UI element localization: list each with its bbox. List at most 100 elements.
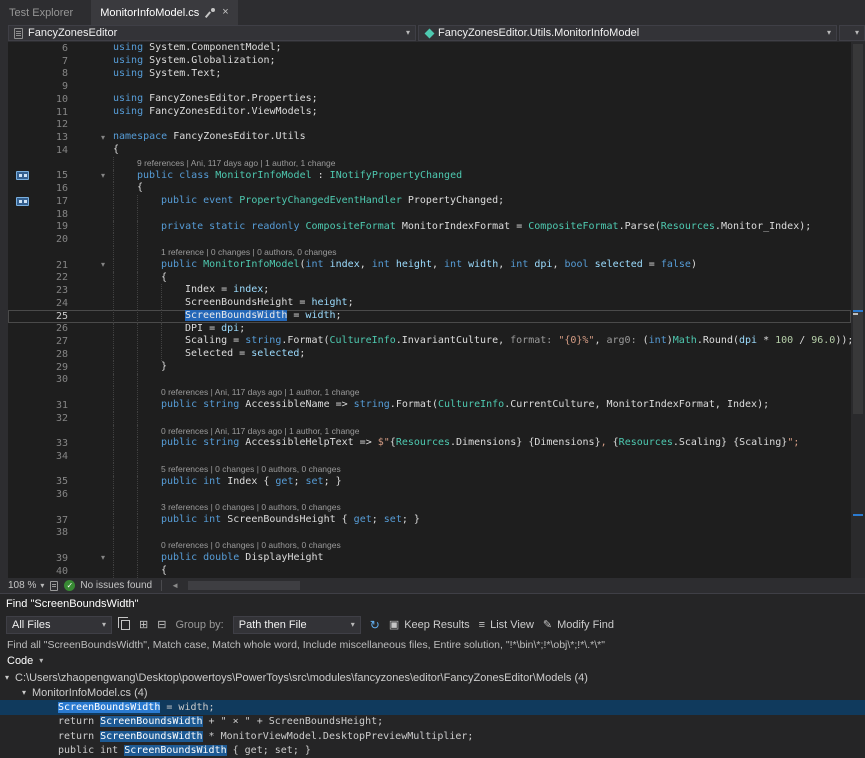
code-line[interactable]: 25ScreenBoundsWidth = width; xyxy=(8,310,851,323)
code-line[interactable]: 32 xyxy=(8,412,851,425)
code-line[interactable]: 21▾public MonitorInfoModel(int index, in… xyxy=(8,259,851,272)
code-line[interactable]: 11using FancyZonesEditor.ViewModels; xyxy=(8,106,851,119)
expander-icon[interactable]: ▾ xyxy=(5,674,9,682)
code-line[interactable]: 16{ xyxy=(8,182,851,195)
code-token: Index { xyxy=(227,476,275,487)
indent-guide xyxy=(137,501,161,514)
code-line[interactable]: 17public event PropertyChangedEventHandl… xyxy=(8,195,851,208)
code-line[interactable]: 22{ xyxy=(8,272,851,285)
code-token: int xyxy=(510,259,528,270)
member-dropdown[interactable]: ▾ xyxy=(839,25,865,41)
code-line[interactable]: 26DPI = dpi; xyxy=(8,323,851,336)
code-line[interactable]: 14{ xyxy=(8,144,851,157)
code-line[interactable]: 15▾public class MonitorInfoModel : INoti… xyxy=(8,170,851,183)
code-line[interactable]: 18 xyxy=(8,208,851,221)
result-text: { get; set; } xyxy=(227,745,311,756)
code-line[interactable]: 36 xyxy=(8,488,851,501)
indent-guide xyxy=(113,310,137,323)
code-token: 100 xyxy=(775,335,793,346)
indent-guide xyxy=(137,208,161,221)
fold-chevron-icon[interactable]: ▾ xyxy=(101,554,105,562)
modify-find-button[interactable]: ✎ Modify Find xyxy=(543,619,614,631)
find-result-row[interactable]: public int ScreenBoundsWidth { get; set;… xyxy=(0,744,865,758)
find-result-row[interactable]: ▾C:\Users\zhaopengwang\Desktop\powertoys… xyxy=(0,671,865,686)
code-filter-dropdown[interactable]: Code ▾ xyxy=(0,653,865,670)
group-by-dropdown[interactable]: Path then File ▾ xyxy=(233,616,361,634)
code-token: Scaling xyxy=(739,437,781,448)
find-result-row[interactable]: ScreenBoundsWidth = width; xyxy=(0,700,865,715)
scrollbar-thumb[interactable] xyxy=(188,581,300,590)
codelens-row[interactable]: 0 references | Ani, 117 days ago | 1 aut… xyxy=(8,386,851,399)
scope-dropdown[interactable]: All Files ▾ xyxy=(6,616,112,634)
code-token: ; xyxy=(348,297,354,308)
glyph-margin xyxy=(8,425,36,438)
code-line[interactable]: 27Scaling = string.Format(CultureInfo.In… xyxy=(8,335,851,348)
code-token: .InvariantCulture, xyxy=(396,335,510,346)
expand-all-icon[interactable]: ⊞ xyxy=(139,620,148,631)
collapse-all-icon[interactable]: ⊟ xyxy=(157,620,166,631)
code-line[interactable]: 13▾namespace FancyZonesEditor.Utils xyxy=(8,131,851,144)
code-line[interactable]: 34 xyxy=(8,450,851,463)
code-token: System.Globalization; xyxy=(143,55,275,66)
tab-monitorinfomodel[interactable]: MonitorInfoModel.cs × xyxy=(91,0,237,25)
zoom-level: 108 % xyxy=(8,580,36,591)
code-token: DPI = xyxy=(185,323,221,334)
code-line[interactable]: 8using System.Text; xyxy=(8,68,851,81)
close-icon[interactable]: × xyxy=(222,7,228,18)
keep-results-button[interactable]: ▣ Keep Results xyxy=(389,619,470,631)
find-result-row[interactable]: return ScreenBoundsWidth * MonitorViewMo… xyxy=(0,729,865,744)
code-token: MonitorIndexFormat = xyxy=(396,221,528,232)
copy-icon[interactable] xyxy=(121,620,130,630)
fold-chevron-icon[interactable]: ▾ xyxy=(101,261,105,269)
vertical-scrollbar[interactable] xyxy=(851,42,865,578)
refresh-icon[interactable]: ↻ xyxy=(370,619,380,631)
codelens-row[interactable]: 1 reference | 0 changes | 0 authors, 0 c… xyxy=(8,246,851,259)
code-token: "{0}%" xyxy=(558,335,594,346)
code-line[interactable]: 6using System.ComponentModel; xyxy=(8,42,851,55)
find-result-row[interactable]: ▾MonitorInfoModel.cs (4) xyxy=(0,686,865,701)
code-line[interactable]: 40{ xyxy=(8,565,851,578)
list-view-button[interactable]: ≡ List View xyxy=(479,619,534,631)
code-line[interactable]: 31public string AccessibleName => string… xyxy=(8,399,851,412)
codelens-row[interactable]: 9 references | Ani, 117 days ago | 1 aut… xyxy=(8,157,851,170)
code-line[interactable]: 23Index = index; xyxy=(8,284,851,297)
code-line[interactable]: 30 xyxy=(8,374,851,387)
code-line[interactable]: 38 xyxy=(8,527,851,540)
find-result-row[interactable]: return ScreenBoundsWidth + " × " + Scree… xyxy=(0,715,865,730)
tab-test-explorer[interactable]: Test Explorer xyxy=(0,0,82,25)
expander-icon[interactable]: ▾ xyxy=(22,689,26,697)
fold-chevron-icon[interactable]: ▾ xyxy=(101,134,105,142)
pin-icon[interactable] xyxy=(206,8,215,18)
find-panel-title: Find "ScreenBoundsWidth" xyxy=(0,594,865,614)
scroll-left-icon[interactable]: ◄ xyxy=(171,582,179,590)
zoom-control[interactable]: 108 % ▾ xyxy=(8,580,44,591)
code-line[interactable]: 19private static readonly CompositeForma… xyxy=(8,221,851,234)
codelens-row[interactable]: 0 references | Ani, 117 days ago | 1 aut… xyxy=(8,425,851,438)
document-health-icon[interactable] xyxy=(50,581,58,591)
code-line[interactable]: 7using System.Globalization; xyxy=(8,55,851,68)
code-token: width xyxy=(305,310,335,321)
code-editor[interactable]: 6using System.ComponentModel;7using Syst… xyxy=(0,42,865,578)
code-line[interactable]: 9 xyxy=(8,80,851,93)
code-line[interactable]: 20 xyxy=(8,233,851,246)
code-line[interactable]: 29} xyxy=(8,361,851,374)
code-line[interactable]: 12 xyxy=(8,119,851,132)
codelens-row[interactable]: 5 references | 0 changes | 0 authors, 0 … xyxy=(8,463,851,476)
code-line[interactable]: 24ScreenBoundsHeight = height; xyxy=(8,297,851,310)
codelens-row[interactable]: 0 references | 0 changes | 0 authors, 0 … xyxy=(8,539,851,552)
codelens-row[interactable]: 3 references | 0 changes | 0 authors, 0 … xyxy=(8,501,851,514)
type-dropdown[interactable]: FancyZonesEditor.Utils.MonitorInfoModel … xyxy=(418,25,837,41)
code-line[interactable]: 33public string AccessibleHelpText => $"… xyxy=(8,437,851,450)
scrollbar-thumb[interactable] xyxy=(853,44,863,414)
indent-guide xyxy=(137,437,161,450)
horizontal-scrollbar[interactable] xyxy=(185,578,865,593)
project-dropdown[interactable]: FancyZonesEditor ▾ xyxy=(8,25,416,41)
issues-indicator[interactable]: ✓ No issues found xyxy=(64,580,152,591)
code-line[interactable]: 39▾public double DisplayHeight xyxy=(8,552,851,565)
code-line[interactable]: 10using FancyZonesEditor.Properties; xyxy=(8,93,851,106)
fold-chevron-icon[interactable]: ▾ xyxy=(101,172,105,180)
code-line[interactable]: 28Selected = selected; xyxy=(8,348,851,361)
code-line[interactable]: 35public int Index { get; set; } xyxy=(8,476,851,489)
code-token: height xyxy=(396,259,432,270)
code-line[interactable]: 37public int ScreenBoundsHeight { get; s… xyxy=(8,514,851,527)
